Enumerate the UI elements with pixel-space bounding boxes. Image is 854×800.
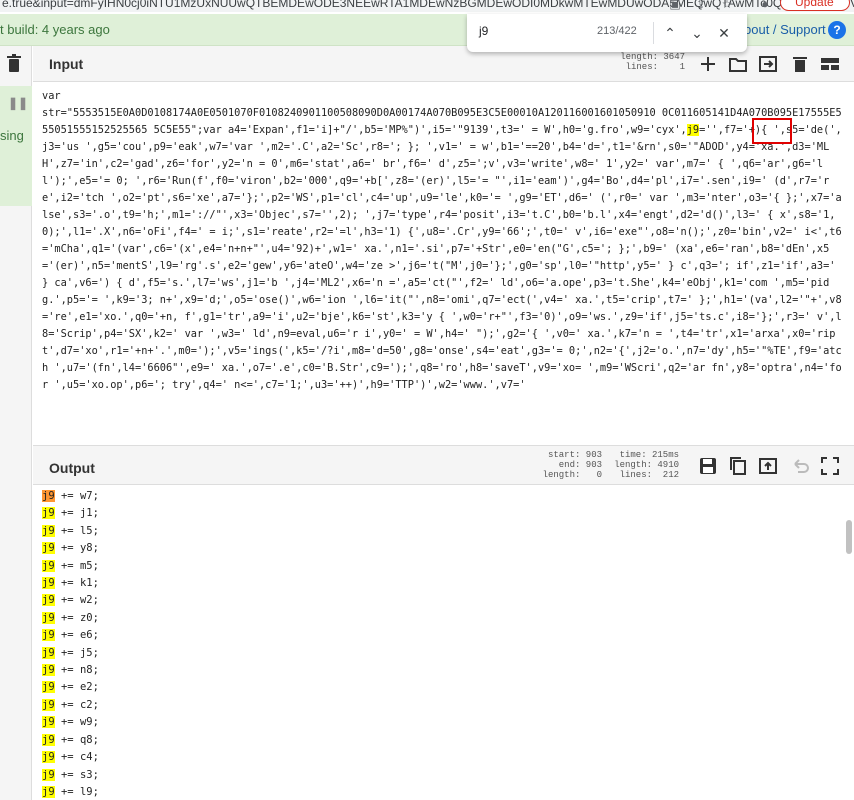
help-icon[interactable]: ? [828, 21, 846, 39]
output-line: j9 += z0; [42, 610, 854, 627]
about-support-link[interactable]: bout / Support [744, 22, 826, 37]
chevron-down-icon[interactable]: ⌄ [686, 22, 708, 44]
output-line-rest: += s3; [54, 768, 99, 781]
open-folder-icon[interactable] [727, 53, 749, 75]
annotation-box [752, 118, 792, 144]
maximize-icon[interactable] [819, 455, 841, 477]
output-line: j9 += w2; [42, 592, 854, 609]
output-line-rest: += j1; [54, 507, 99, 520]
output-line: j9 += e6; [42, 627, 854, 644]
output-var-match: j9 [42, 542, 55, 555]
clear-input-icon[interactable] [789, 53, 811, 75]
output-line: j9 += n8; [42, 662, 854, 679]
output-line-rest: += y8; [54, 542, 99, 555]
build-age-text: t build: 4 years ago [0, 22, 110, 37]
input-code[interactable]: var str="5553515E0A0D0108174A0E0501070F0… [42, 88, 844, 394]
trash-icon[interactable] [6, 54, 22, 72]
add-tab-icon[interactable] [697, 53, 719, 75]
output-line: j9 += m5; [42, 558, 854, 575]
output-var-match: j9 [42, 751, 55, 764]
pause-icon[interactable]: ❚❚ [8, 96, 28, 110]
output-line: j9 += e2; [42, 679, 854, 696]
input-textarea[interactable]: var str="5553515E0A0D0108174A0E0501070F0… [33, 82, 854, 436]
output-line: j9 += c4; [42, 749, 854, 766]
output-line: j9 += w7; [42, 488, 854, 505]
output-line-rest: += c4; [54, 751, 99, 764]
output-line-rest: += l5; [54, 524, 99, 537]
output-var-match: j9 [42, 768, 55, 781]
output-line: j9 += q8; [42, 732, 854, 749]
output-lines: j9 += w7; j9 += j1; j9 += l5; j9 += y8; j9 +… [42, 488, 854, 800]
output-line: j9 += l5; [42, 523, 854, 540]
output-var-match: j9 [42, 716, 55, 729]
profile-icon[interactable]: ● [758, 0, 772, 11]
operation-label[interactable]: sing [0, 128, 24, 143]
output-var-match: j9 [42, 577, 55, 590]
output-line: j9 += j5; [42, 645, 854, 662]
chevron-up-icon[interactable]: ⌃ [659, 22, 681, 44]
browser-address-bar[interactable]: e.true&input=dmFyIHN0cj0iNTU1MzUxNUUwQTB… [0, 0, 854, 12]
output-selection-stats: start: 903 end: 903 length: 0 [542, 450, 602, 480]
output-line-rest: += j5; [54, 646, 99, 659]
output-line: j9 += l9; [42, 784, 854, 800]
operations-sidebar: ❚❚ sing [0, 46, 32, 800]
output-line-rest: += c2; [54, 698, 99, 711]
output-var-match: j9 [42, 681, 55, 694]
output-stats: time: 215ms length: 4910 lines: 212 [614, 450, 679, 480]
copy-icon[interactable] [727, 455, 749, 477]
output-line: j9 += k1; [42, 575, 854, 592]
output-var-match: j9 [42, 490, 55, 502]
output-line: j9 += w9; [42, 714, 854, 731]
undo-icon[interactable] [789, 455, 811, 477]
input-code-after: ='',f7='+){ ',s5='de(',j3='us ',g5='cou'… [42, 124, 842, 391]
output-var-match: j9 [42, 733, 55, 746]
open-file-icon[interactable] [757, 53, 779, 75]
update-button[interactable]: Update [780, 0, 850, 11]
output-line-rest: += q8; [54, 733, 99, 746]
output-var-match: j9 [42, 646, 55, 659]
output-line-rest: += w7; [54, 490, 99, 502]
output-var-match: j9 [42, 594, 55, 607]
replace-input-icon[interactable] [757, 455, 779, 477]
output-line-rest: += l9; [54, 785, 99, 798]
output-var-match: j9 [42, 629, 55, 642]
output-line-rest: += w9; [54, 716, 99, 729]
star-icon[interactable]: ☆ [720, 0, 734, 11]
output-line-rest: += k1; [54, 577, 99, 590]
find-input[interactable]: j9 [479, 24, 488, 38]
output-var-match: j9 [42, 611, 55, 624]
input-stats: length: 3647 lines: 1 [620, 52, 685, 72]
save-icon[interactable] [697, 455, 719, 477]
output-var-match: j9 [42, 507, 55, 520]
output-line-rest: += e2; [54, 681, 99, 694]
output-line-rest: += e6; [54, 629, 99, 642]
find-bar: j9 213/422 ⌃ ⌄ ✕ [467, 14, 747, 52]
output-line-rest: += m5; [54, 559, 99, 572]
output-title: Output [49, 460, 95, 476]
output-scrollbar[interactable] [846, 520, 852, 554]
output-line: j9 += y8; [42, 540, 854, 557]
close-icon[interactable]: ✕ [713, 22, 735, 44]
output-pane-header: Output start: 903 end: 903 length: 0 tim… [33, 445, 854, 485]
translate-icon[interactable]: ▣ [668, 0, 682, 11]
search-match-highlight: j9 [686, 124, 700, 136]
output-var-match: j9 [42, 698, 55, 711]
output-line-rest: += w2; [54, 594, 99, 607]
output-line: j9 += s3; [42, 767, 854, 784]
find-match-count: 213/422 [597, 25, 637, 37]
output-var-match: j9 [42, 559, 55, 572]
output-textarea[interactable]: j9 += w7; j9 += j1; j9 += l5; j9 += y8; j9 +… [33, 486, 854, 800]
output-line: j9 += c2; [42, 697, 854, 714]
output-var-match: j9 [42, 785, 55, 798]
layout-icon[interactable] [819, 53, 841, 75]
output-line: j9 += j1; [42, 505, 854, 522]
input-title: Input [49, 56, 84, 72]
output-line-rest: += n8; [54, 664, 99, 677]
output-var-match: j9 [42, 664, 55, 677]
output-var-match: j9 [42, 524, 55, 537]
find-divider [653, 22, 654, 44]
output-line-rest: += z0; [54, 611, 99, 624]
share-icon[interactable]: ⇪ [694, 0, 708, 11]
